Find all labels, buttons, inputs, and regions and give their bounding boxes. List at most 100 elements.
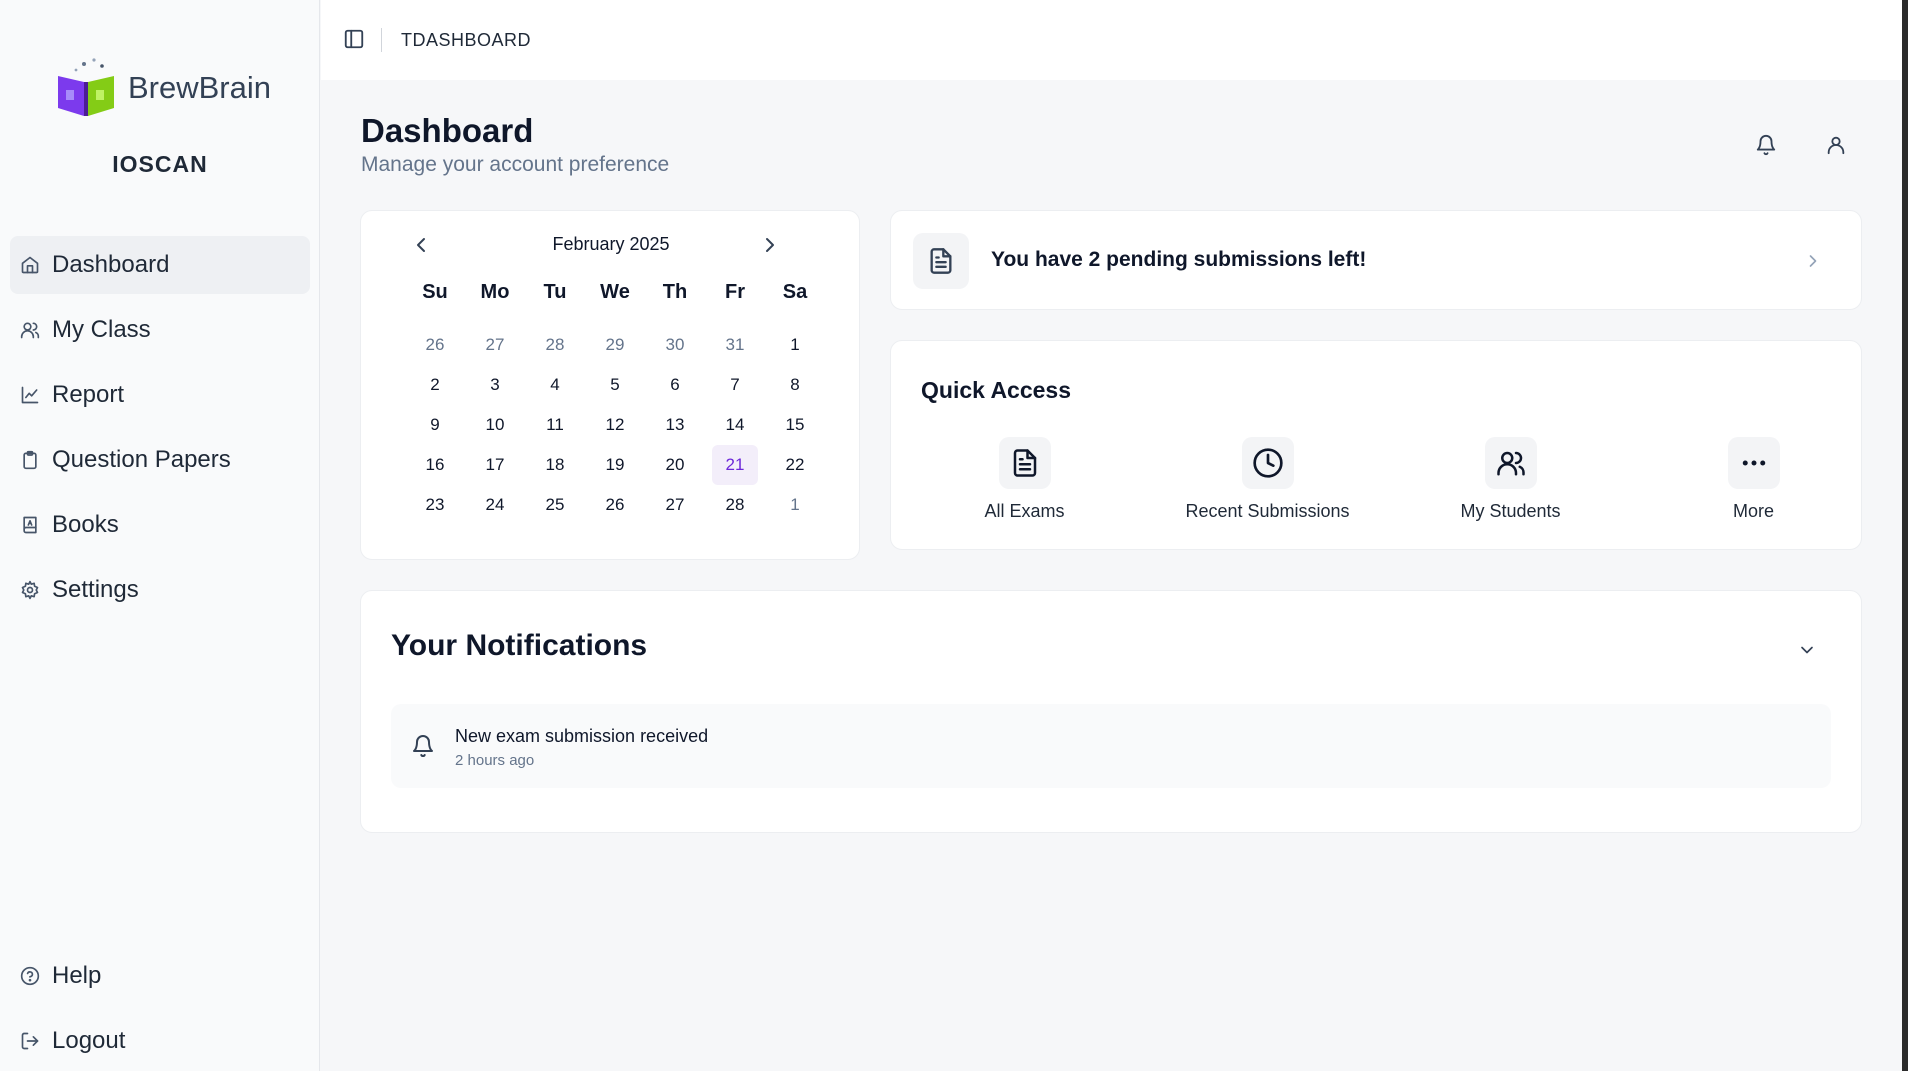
- quick-access-title: Quick Access: [921, 377, 1072, 403]
- sidebar-toggle-icon[interactable]: [343, 28, 365, 50]
- brand-name: BrewBrain: [128, 70, 271, 105]
- quick-access-recent-submissions[interactable]: Recent Submissions: [1158, 437, 1377, 522]
- notification-message: New exam submission received: [455, 726, 709, 746]
- calendar-day[interactable]: 23: [412, 485, 458, 525]
- brewbrain-logo-icon: [58, 58, 114, 116]
- notification-item[interactable]: New exam submission received 2 hours ago: [391, 704, 1831, 788]
- calendar-day[interactable]: 19: [592, 445, 638, 485]
- calendar-grid: Su Mo Tu We Th Fr Sa 26 27 28 29 30 31 1 2 3 4 5 6 7 8 9 10 11 1…: [405, 275, 825, 525]
- sidebar-item-label: Settings: [52, 576, 139, 603]
- calendar-day[interactable]: 30: [652, 325, 698, 365]
- sidebar-item-label: My Class: [52, 316, 151, 343]
- pending-submissions-card[interactable]: You have 2 pending submissions left!: [890, 210, 1862, 310]
- notifications-title: Your Notifications: [391, 629, 648, 662]
- calendar: February 2025 Su Mo Tu We Th Fr Sa 26 27 28 29 30 31…: [360, 210, 860, 560]
- calendar-day[interactable]: 12: [592, 405, 638, 445]
- calendar-month: February 2025: [552, 234, 670, 254]
- pending-icon-box: [913, 233, 969, 289]
- chevron-right-icon: [1809, 255, 1817, 267]
- quick-access-all-exams[interactable]: All Exams: [915, 437, 1134, 522]
- calendar-day-selected[interactable]: 21: [712, 445, 758, 485]
- calendar-day[interactable]: 2: [412, 365, 458, 405]
- calendar-day[interactable]: 22: [772, 445, 818, 485]
- help-circle-icon: [20, 966, 40, 986]
- calendar-day[interactable]: 15: [772, 405, 818, 445]
- calendar-day[interactable]: 25: [532, 485, 578, 525]
- calendar-day[interactable]: 18: [532, 445, 578, 485]
- sidebar-item-label: Books: [52, 511, 119, 538]
- calendar-weekday: Mo: [480, 281, 510, 303]
- calendar-day[interactable]: 26: [412, 325, 458, 365]
- calendar-weekday: Su: [422, 281, 448, 303]
- user-icon[interactable]: [1825, 134, 1847, 156]
- sidebar-item-report[interactable]: Report: [10, 366, 310, 424]
- gear-icon: [21, 580, 39, 600]
- qa-icon-box: [1241, 437, 1294, 489]
- quick-access-more[interactable]: More: [1644, 437, 1863, 522]
- org-name: IOSCAN: [112, 151, 208, 177]
- qa-label: More: [1732, 501, 1774, 521]
- calendar-day[interactable]: 6: [652, 365, 698, 405]
- brand[interactable]: BrewBrain: [54, 56, 271, 120]
- calendar-day[interactable]: 11: [532, 405, 578, 445]
- calendar-day[interactable]: 8: [772, 365, 818, 405]
- chevron-down-icon[interactable]: [1797, 640, 1817, 660]
- calendar-day[interactable]: 17: [472, 445, 518, 485]
- sidebar-item-label: Help: [52, 962, 102, 989]
- sidebar-item-help[interactable]: Help: [10, 947, 310, 1005]
- calendar-day[interactable]: 3: [472, 365, 518, 405]
- calendar-day[interactable]: 20: [652, 445, 698, 485]
- topbar-divider: [381, 28, 382, 52]
- sidebar-bottom-nav: Help Logout: [10, 947, 310, 1071]
- logout-icon: [21, 1032, 39, 1050]
- notification-time: 2 hours ago: [455, 752, 535, 769]
- bell-icon: [413, 735, 433, 758]
- calendar-day[interactable]: 24: [472, 485, 518, 525]
- calendar-day[interactable]: 31: [712, 325, 758, 365]
- calendar-day[interactable]: 10: [472, 405, 518, 445]
- users-icon: [20, 322, 40, 339]
- chevron-right-icon[interactable]: [758, 233, 782, 257]
- calendar-day[interactable]: 1: [772, 485, 818, 525]
- calendar-day[interactable]: 7: [712, 365, 758, 405]
- sidebar-item-books[interactable]: Books: [10, 496, 310, 554]
- page-subtitle: Manage your account preference: [361, 153, 670, 176]
- calendar-weekday: Fr: [725, 281, 745, 303]
- qa-icon-box: [1484, 437, 1537, 489]
- calendar-day[interactable]: 27: [652, 485, 698, 525]
- sidebar-item-question-papers[interactable]: Question Papers: [10, 431, 310, 489]
- quick-access-card: Quick Access All Exams Recent Submission…: [890, 340, 1862, 550]
- home-icon: [21, 256, 39, 274]
- calendar-day[interactable]: 29: [592, 325, 638, 365]
- calendar-day[interactable]: 9: [412, 405, 458, 445]
- document-icon: [930, 248, 952, 274]
- calendar-day[interactable]: 4: [532, 365, 578, 405]
- clock-icon: [1252, 448, 1283, 478]
- calendar-day[interactable]: 13: [652, 405, 698, 445]
- quick-access-items: All Exams Recent Submissions My Students…: [891, 437, 1863, 522]
- chart-line-icon: [21, 386, 39, 404]
- bell-icon[interactable]: [1755, 134, 1777, 156]
- sidebar-item-dashboard[interactable]: Dashboard: [10, 236, 310, 294]
- page-title: Dashboard: [361, 112, 534, 149]
- calendar-day[interactable]: 14: [712, 405, 758, 445]
- qa-label: Recent Submissions: [1185, 501, 1350, 521]
- sidebar-item-my-class[interactable]: My Class: [10, 301, 310, 359]
- calendar-day[interactable]: 1: [772, 325, 818, 365]
- sidebar-item-label: Report: [52, 381, 125, 408]
- sidebar-item-logout[interactable]: Logout: [10, 1012, 310, 1070]
- qa-icon-box: [998, 437, 1051, 489]
- sidebar-item-settings[interactable]: Settings: [10, 561, 310, 619]
- calendar-day[interactable]: 26: [592, 485, 638, 525]
- calendar-day[interactable]: 28: [532, 325, 578, 365]
- calendar-day[interactable]: 28: [712, 485, 758, 525]
- breadcrumb: TDASHBOARD: [401, 30, 532, 50]
- calendar-day[interactable]: 27: [472, 325, 518, 365]
- clipboard-icon: [23, 450, 37, 470]
- quick-access-my-students[interactable]: My Students: [1401, 437, 1620, 522]
- sidebar-item-label: Logout: [52, 1027, 126, 1054]
- calendar-day[interactable]: 5: [592, 365, 638, 405]
- book-icon: [23, 516, 37, 534]
- calendar-day[interactable]: 16: [412, 445, 458, 485]
- calendar-weekday: Tu: [543, 281, 567, 303]
